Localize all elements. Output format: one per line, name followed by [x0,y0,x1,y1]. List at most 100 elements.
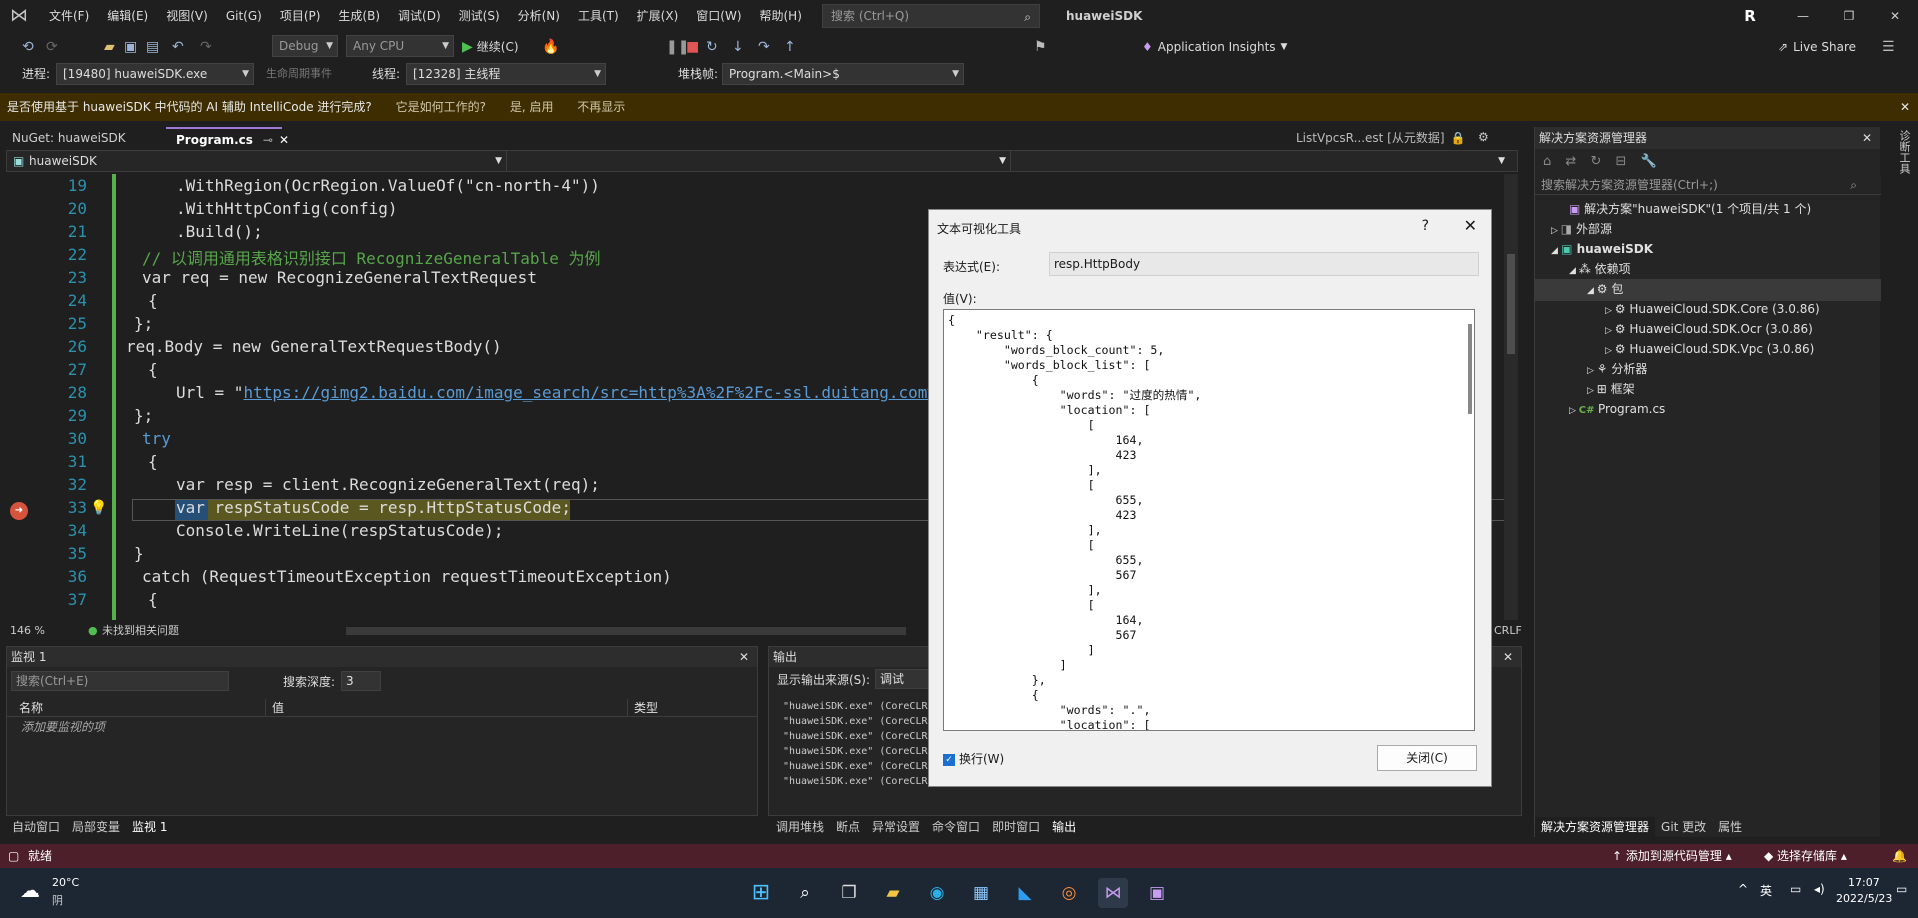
editor-vertical-scrollbar[interactable] [1504,174,1518,620]
dont-show-link[interactable]: 不再显示 [577,100,625,114]
visual-studio-icon[interactable]: ⋈ [1098,878,1128,908]
undo-icon[interactable]: ↶ [172,32,184,62]
menu-build[interactable]: 生成(B) [329,0,389,32]
add-watch-item[interactable]: 添加要监视的项 [21,718,105,735]
breakpoint-current-icon[interactable]: ➜ [10,502,28,520]
diagnostic-tools-tab[interactable]: 诊断工具 [1892,130,1912,190]
close-button[interactable]: 关闭(C) [1377,745,1477,771]
restart-icon[interactable]: ↻ [706,32,718,62]
tree-program-cs[interactable]: ▷ C# Program.cs [1569,399,1665,421]
close-panel-icon[interactable]: ✕ [1503,647,1513,667]
tree-project[interactable]: ◢ ▣ huaweiSDK [1551,239,1653,261]
tab-exception-settings[interactable]: 异常设置 [866,817,926,837]
temperature[interactable]: 20°C [52,876,79,889]
input-language[interactable]: 英 [1760,882,1772,899]
member-dropdown[interactable]: ▼ [1013,151,1509,171]
code-line-28-url[interactable]: https://gimg2.baidu.com/image_search/src… [243,383,946,402]
pin-icon[interactable]: ⊸ [263,133,273,147]
close-dialog-icon[interactable]: ✕ [1464,216,1477,235]
search-icon[interactable]: ⌕ [790,878,820,908]
tree-package-ocr[interactable]: ▷ ⚙ HuaweiCloud.SDK.Ocr (3.0.86) [1605,319,1813,341]
live-share-button[interactable]: ⇗ Live Share [1778,32,1856,62]
windows-start-icon[interactable]: ⊞ [746,878,776,908]
tab-solution-explorer[interactable]: 解决方案资源管理器 [1535,817,1656,837]
scroll-thumb[interactable] [1507,254,1515,354]
tab-call-stack[interactable]: 调用堆栈 [770,817,830,837]
file-explorer-icon[interactable]: ▰ [878,878,908,908]
project-dropdown[interactable]: ▣ huaweiSDK ▼ [9,151,507,171]
wrench-icon[interactable]: 🔧 [1641,154,1657,169]
settings-icon[interactable]: ⚙ [1478,130,1489,144]
close-panel-icon[interactable]: ✕ [1862,127,1872,149]
menu-analyze[interactable]: 分析(N) [509,0,569,32]
menu-edit[interactable]: 编辑(E) [98,0,157,32]
tab-git-changes[interactable]: Git 更改 [1655,817,1712,837]
close-notification-icon[interactable]: ✕ [1900,93,1910,121]
expression-field[interactable]: resp.HttpBody [1049,252,1479,276]
collapse-all-icon[interactable]: ⊟ [1616,154,1627,169]
lifecycle-events[interactable]: 生命周期事件 [266,64,332,84]
task-view-icon[interactable]: ❐ [834,878,864,908]
stop-icon[interactable]: ■ [686,32,699,62]
depth-select[interactable]: 3 [341,671,381,691]
menu-project[interactable]: 项目(P) [271,0,330,32]
hot-reload-icon[interactable]: 🔥 [542,32,559,62]
value-textarea[interactable]: { "result": { "words_block_count": 5, "w… [943,309,1475,731]
tab-immediate-window[interactable]: 即时窗口 [986,817,1046,837]
tab-command-window[interactable]: 命令窗口 [926,817,986,837]
lightbulb-icon[interactable]: 💡 [90,500,107,516]
menu-tools[interactable]: 工具(T) [569,0,628,32]
menu-extensions[interactable]: 扩展(X) [628,0,688,32]
config-select[interactable]: Debug ▼ [272,35,338,57]
tree-deps[interactable]: ◢ ⁂ 依赖项 [1569,259,1631,281]
tab-breakpoints[interactable]: 断点 [830,817,866,837]
menu-file[interactable]: 文件(F) [40,0,98,32]
console-icon[interactable]: ▣ [1142,878,1172,908]
global-search-input[interactable]: 搜索 (Ctrl+Q) ⌕ [822,4,1040,28]
tab-properties[interactable]: 属性 [1712,817,1748,837]
tab-program[interactable]: Program.cs ⊸ ✕ [166,127,289,149]
notification-center-icon[interactable]: ▭ [1896,882,1907,896]
clock-date[interactable]: 2022/5/23 [1836,892,1892,905]
tree-external[interactable]: ▷ ◨ 外部源 [1551,219,1612,241]
feedback-icon[interactable]: ☰ [1882,32,1895,62]
edge-icon[interactable]: ◉ [922,878,952,908]
watch-search-input[interactable]: 搜索(Ctrl+E) [11,671,229,691]
avatar[interactable]: R [1740,6,1760,26]
add-source-control-button[interactable]: ↑ 添加到源代码管理 ▴ [1612,844,1732,868]
tab-locals[interactable]: 局部变量 [66,817,126,837]
menu-window[interactable]: 窗口(W) [687,0,750,32]
value-scroll-thumb[interactable] [1468,324,1472,414]
step-into-icon[interactable]: ↓ [732,32,744,62]
refresh-icon[interactable]: ↻ [1590,154,1601,169]
forward-icon[interactable]: ⟳ [46,32,58,62]
how-link[interactable]: 它是如何工作的? [396,100,486,114]
tree-analyzers[interactable]: ▷ ⚘ 分析器 [1587,359,1647,381]
close-panel-icon[interactable]: ✕ [739,647,749,667]
clock-time[interactable]: 17:07 [1848,876,1880,889]
help-icon[interactable]: ? [1422,218,1429,234]
menu-help[interactable]: 帮助(H) [751,0,811,32]
close-window-icon[interactable]: ✕ [1872,0,1918,32]
minimize-icon[interactable]: — [1780,0,1826,32]
select-repo-button[interactable]: ◆ 选择存储库 ▴ [1764,844,1847,868]
horizontal-scrollbar[interactable] [346,627,906,635]
menu-test[interactable]: 测试(S) [450,0,509,32]
volume-icon[interactable]: ◂) [1814,882,1825,896]
enable-link[interactable]: 是, 启用 [510,100,554,114]
redo-icon[interactable]: ↷ [200,32,212,62]
save-all-icon[interactable]: ▤ [146,32,159,62]
tree-solution[interactable]: ▣ 解决方案"huaweiSDK"(1 个项目/共 1 个) [1569,199,1811,219]
wrap-checkbox[interactable]: ✓ 换行(W) [943,750,1004,767]
close-tab-icon[interactable]: ✕ [279,133,289,147]
home-icon[interactable]: ⌂ [1543,154,1551,169]
tab-nuget[interactable]: NuGet: huaweiSDK [2,127,136,149]
network-icon[interactable]: ▭ [1790,882,1801,896]
notifications-icon[interactable]: 🔔 [1892,844,1907,868]
thread-select[interactable]: [12328] 主线程 ▼ [406,63,606,85]
continue-button[interactable]: ▶ 继续(C) [462,32,519,62]
tab-output[interactable]: 输出 [1046,817,1083,837]
chrome-icon[interactable]: ◎ [1054,878,1084,908]
save-icon[interactable]: ▣ [124,32,137,62]
step-over-icon[interactable]: ↷ [758,32,770,62]
